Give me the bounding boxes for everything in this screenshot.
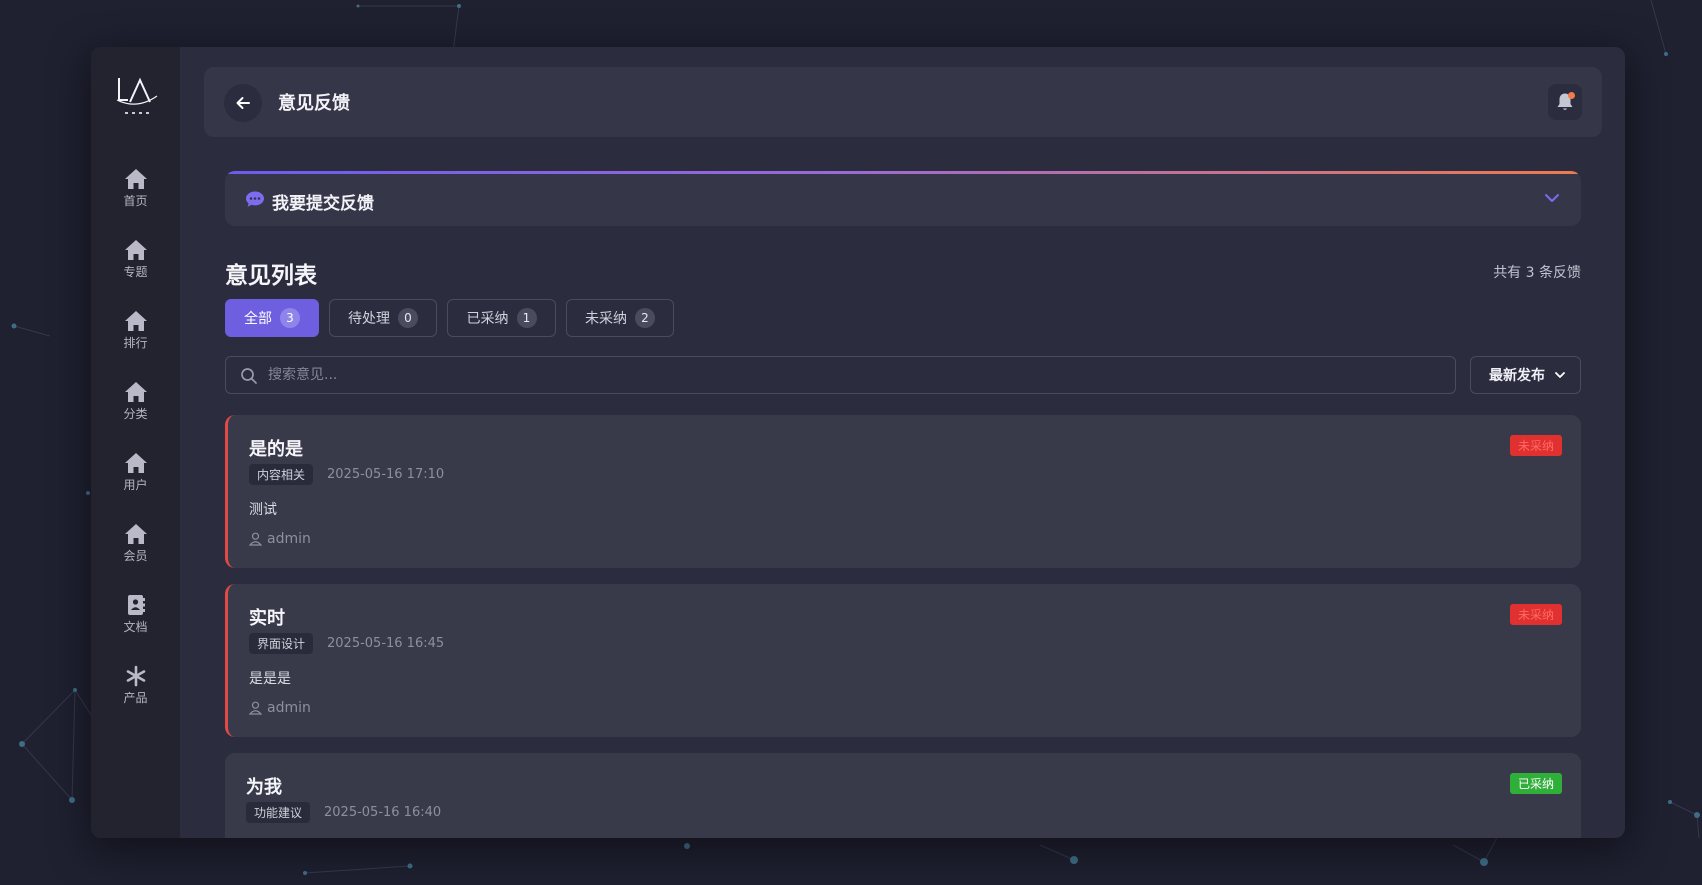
asterisk-icon <box>126 665 145 687</box>
sort-selected-value: 最新发布 <box>1489 368 1545 384</box>
chevron-down-icon[interactable] <box>1543 191 1561 205</box>
feedback-list: 是的是 内容相关 2025-05-16 17:10 测试 admin 未采纳 实… <box>225 415 1581 838</box>
tab-count-badge: 0 <box>398 308 418 328</box>
page-title: 意见反馈 <box>278 93 350 114</box>
tab-label: 未采纳 <box>585 311 627 327</box>
tab-pending[interactable]: 待处理 0 <box>329 299 437 337</box>
feedback-timestamp: 2025-05-16 16:40 <box>324 805 442 820</box>
feedback-content: 是是是 <box>249 671 291 687</box>
home-icon <box>124 311 147 331</box>
status-badge: 未采纳 <box>1509 435 1562 456</box>
feedback-card[interactable]: 是的是 内容相关 2025-05-16 17:10 测试 admin 未采纳 <box>225 415 1581 568</box>
sidebar-item-label: 首页 <box>123 194 148 208</box>
tab-count-badge: 1 <box>516 308 537 328</box>
feedback-title: 为我 <box>246 777 282 798</box>
sidebar-item-label: 会员 <box>123 549 148 563</box>
tab-label: 已采纳 <box>466 311 509 327</box>
feedback-author: admin <box>249 531 311 547</box>
feedback-category-tag: 功能建议 <box>246 802 311 823</box>
list-count: 共有 3 条反馈 <box>1493 265 1581 281</box>
status-badge: 已采纳 <box>1509 773 1562 794</box>
sort-select[interactable]: 最新发布 <box>1470 356 1581 394</box>
sidebar-item-topics[interactable]: 专题 <box>91 238 180 298</box>
feedback-category-tag: 内容相关 <box>249 464 314 485</box>
feedback-author-name: admin <box>267 700 311 716</box>
sidebar-item-label: 排行 <box>123 336 148 350</box>
tab-count-badge: 2 <box>635 308 655 328</box>
search-input[interactable] <box>266 357 1446 393</box>
sidebar-item-home[interactable]: 首页 <box>91 167 180 227</box>
tab-accepted[interactable]: 已采纳 1 <box>447 299 556 337</box>
notification-button[interactable] <box>1548 84 1582 120</box>
feedback-category-tag: 界面设计 <box>249 633 314 654</box>
sidebar-item-label: 文档 <box>123 620 148 634</box>
chat-bubble-icon <box>246 191 264 207</box>
arrow-left-icon <box>236 97 250 109</box>
chevron-down-icon <box>1555 372 1565 378</box>
page-header: 意见反馈 <box>204 67 1602 137</box>
tab-rejected[interactable]: 未采纳 2 <box>566 299 674 337</box>
sidebar-item-members[interactable]: 会员 <box>91 522 180 582</box>
tab-label: 待处理 <box>348 311 390 327</box>
home-icon <box>124 382 147 402</box>
sidebar-item-category[interactable]: 分类 <box>91 380 180 440</box>
sidebar-item-label: 用户 <box>123 478 148 492</box>
tab-label: 全部 <box>244 311 272 327</box>
sidebar: 首页 专题 排行 分类 用户 会员 文档 产品 <box>91 47 180 838</box>
user-icon <box>249 532 262 546</box>
submit-feedback-label: 我要提交反馈 <box>272 194 374 214</box>
feedback-card[interactable]: 为我 功能建议 2025-05-16 16:40 已采纳 <box>225 753 1581 838</box>
feedback-content: 测试 <box>249 502 277 518</box>
feedback-title: 实时 <box>249 608 285 629</box>
feedback-author-name: admin <box>267 531 311 547</box>
tab-all[interactable]: 全部 3 <box>225 299 319 337</box>
home-icon <box>124 453 147 473</box>
notification-dot <box>1568 92 1575 99</box>
sidebar-item-label: 产品 <box>123 691 148 705</box>
search-box <box>225 356 1456 394</box>
status-badge: 未采纳 <box>1509 604 1562 625</box>
main-content: 意见反馈 我要提交反馈 意见列表 共有 3 条反馈 全部 3 待处理 0 已采纳… <box>180 47 1625 838</box>
feedback-author: admin <box>249 700 311 716</box>
gradient-accent-bar <box>225 171 1581 174</box>
home-icon <box>124 524 147 544</box>
home-icon <box>124 169 147 189</box>
app-window: 首页 专题 排行 分类 用户 会员 文档 产品 意见反馈 我要提交反馈 意见列表… <box>91 47 1625 838</box>
search-icon <box>241 368 257 384</box>
sidebar-item-label: 分类 <box>123 407 148 421</box>
sidebar-item-docs[interactable]: 文档 <box>91 593 180 653</box>
feedback-timestamp: 2025-05-16 16:45 <box>327 636 445 651</box>
user-icon <box>249 701 262 715</box>
sidebar-item-ranking[interactable]: 排行 <box>91 309 180 369</box>
logo-icon <box>116 77 158 114</box>
sidebar-item-products[interactable]: 产品 <box>91 664 180 724</box>
feedback-card[interactable]: 实时 界面设计 2025-05-16 16:45 是是是 admin 未采纳 <box>225 584 1581 737</box>
feedback-title: 是的是 <box>249 439 303 460</box>
feedback-timestamp: 2025-05-16 17:10 <box>327 467 445 482</box>
list-title: 意见列表 <box>225 263 317 289</box>
submit-feedback-panel[interactable]: 我要提交反馈 <box>225 171 1581 226</box>
logo[interactable] <box>115 74 159 118</box>
back-button[interactable] <box>224 84 262 122</box>
contact-book-icon <box>127 595 145 615</box>
sidebar-item-users[interactable]: 用户 <box>91 451 180 511</box>
home-icon <box>124 240 147 260</box>
tab-count-badge: 3 <box>280 308 300 328</box>
sidebar-item-label: 专题 <box>123 265 148 279</box>
